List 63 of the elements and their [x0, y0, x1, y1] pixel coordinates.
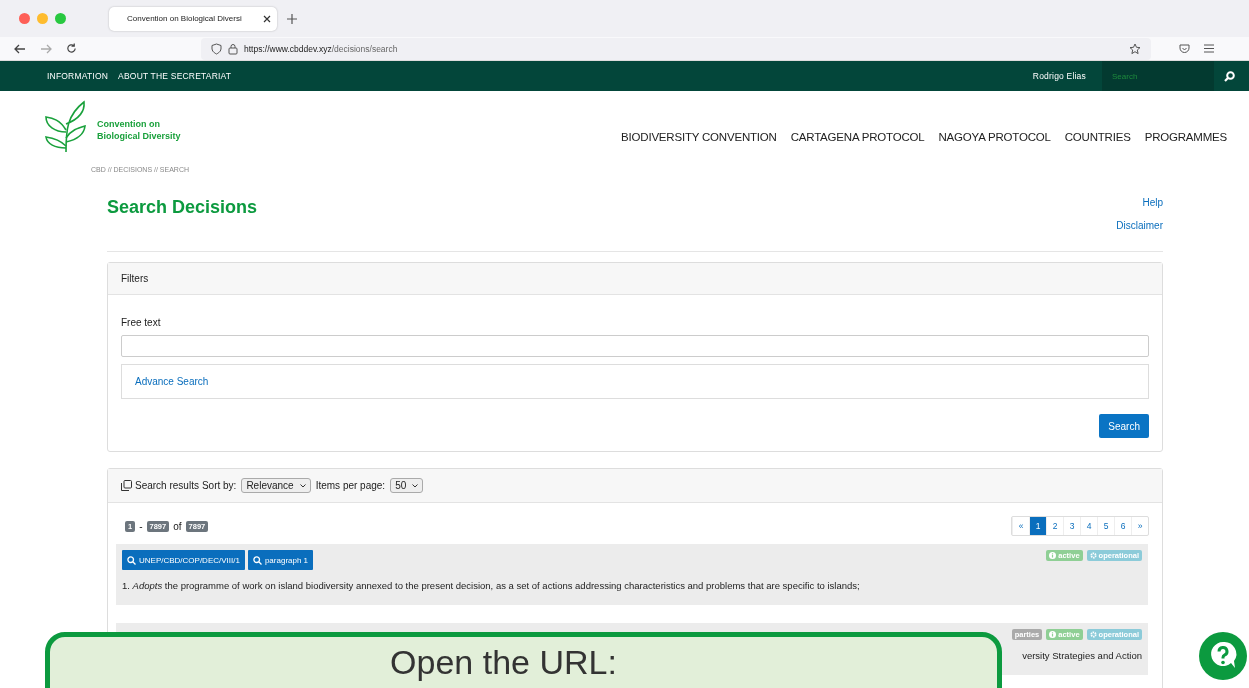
main-nav-link[interactable]: BIODIVERSITY CONVENTION — [621, 131, 777, 143]
search-icon — [252, 555, 262, 565]
page-link[interactable]: 6 — [1114, 517, 1131, 535]
logo-text[interactable]: Convention on Biological Diversity — [97, 118, 181, 142]
page-link[interactable]: 3 — [1063, 517, 1080, 535]
items-per-page-dropdown[interactable]: 50 — [390, 478, 424, 493]
side-link[interactable]: Help — [1142, 197, 1163, 208]
range-separator: - — [139, 520, 143, 532]
close-icon[interactable] — [263, 14, 271, 23]
menu-icon[interactable] — [1204, 44, 1214, 53]
main-nav-link[interactable]: PROGRAMMES — [1144, 131, 1227, 143]
address-field[interactable]: https://www.cbddev.xyz/decisions/search — [201, 37, 1151, 60]
copy-icon — [121, 480, 132, 491]
decision-link-button[interactable]: paragraph 1 — [247, 550, 314, 570]
main-nav-link[interactable]: CARTAGENA PROTOCOL — [790, 131, 925, 143]
range-of-text: of — [173, 520, 182, 532]
decision-text: 1. Adopts the programme of work on island biodiversity annexed to the present decision, as a set of actions addressing characteristics and problems that are specific to islands; — [122, 580, 861, 591]
leaf-logo-icon[interactable] — [45, 100, 87, 152]
page-link[interactable]: 5 — [1097, 517, 1114, 535]
page-link[interactable]: » — [1131, 517, 1148, 535]
items-per-page-label: Items per page: — [315, 480, 386, 491]
forward-arrow-icon[interactable] — [40, 43, 52, 54]
chevron-down-icon — [299, 483, 306, 488]
card-header: Filters — [121, 273, 149, 284]
sort-dropdown[interactable]: Relevance — [241, 478, 311, 493]
callout-text: Open the URL: — [390, 643, 617, 683]
info-icon — [1049, 552, 1057, 559]
info-icon — [1049, 631, 1057, 638]
shield-icon — [211, 42, 222, 55]
maximize-window-icon[interactable] — [55, 13, 66, 24]
search-icon — [127, 555, 136, 565]
user-link[interactable]: Rodrigo Elias — [1032, 71, 1086, 81]
gear-icon — [1089, 631, 1097, 638]
top-nav-link[interactable]: INFORMATION — [47, 71, 109, 81]
free-text-field[interactable] — [121, 335, 1149, 357]
site-search-field[interactable]: Search — [1102, 61, 1214, 91]
star-icon[interactable] — [1129, 42, 1141, 55]
field-label: Free text — [121, 317, 162, 328]
back-arrow-icon[interactable] — [14, 43, 26, 54]
browser-tab[interactable]: Convention on Biological Diversi — [109, 6, 277, 31]
page-title: Search Decisions — [107, 197, 258, 219]
top-nav-link[interactable]: ABOUT THE SECRETARIAT — [118, 71, 232, 81]
side-link[interactable]: Disclaimer — [1116, 220, 1163, 231]
page-link[interactable]: 1 — [1029, 517, 1046, 535]
gear-icon — [1089, 552, 1097, 559]
page-link[interactable]: 4 — [1080, 517, 1097, 535]
main-nav-link[interactable]: COUNTRIES — [1064, 131, 1131, 143]
help-chat-icon[interactable] — [1199, 632, 1247, 680]
search-icon[interactable] — [1224, 70, 1235, 82]
sort-label: Sort by: — [201, 480, 237, 491]
main-nav-link[interactable]: NAGOYA PROTOCOL — [938, 131, 1051, 143]
lock-icon — [228, 42, 238, 55]
chevron-down-icon — [412, 483, 419, 488]
search-button[interactable]: Search — [1099, 414, 1149, 438]
advance-search-link[interactable]: Advance Search — [135, 376, 209, 387]
decision-text: versity Strategies and Action — [1021, 650, 1142, 661]
page-link[interactable]: 2 — [1046, 517, 1063, 535]
results-title: Search results — [135, 480, 199, 491]
close-window-icon[interactable] — [19, 13, 30, 24]
plus-icon[interactable] — [287, 13, 297, 24]
pocket-icon[interactable] — [1179, 43, 1190, 54]
decision-link-button[interactable]: UNEP/CBD/COP/DEC/VIII/1 — [122, 550, 245, 570]
reload-icon[interactable] — [66, 43, 77, 54]
